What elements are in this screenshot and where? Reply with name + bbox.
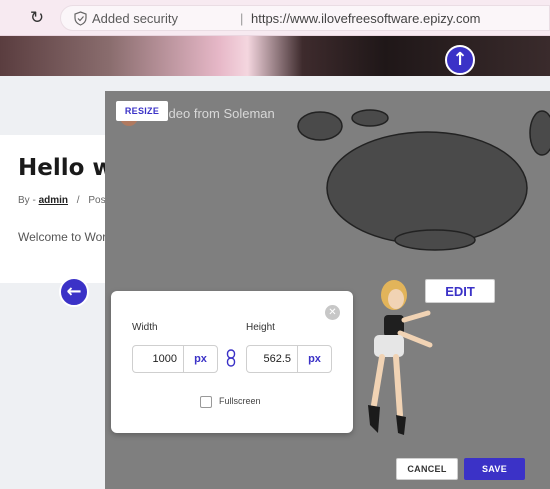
security-label[interactable]: Added security [92,11,178,26]
height-value[interactable]: 562.5 [247,346,297,372]
height-label: Height [246,322,275,333]
width-label: Width [132,322,158,333]
meta-separator: / [76,195,80,206]
save-button[interactable]: SAVE [464,458,525,480]
width-unit: px [183,346,217,372]
shield-icon [74,11,87,26]
close-icon[interactable]: ✕ [325,305,340,320]
edit-button[interactable]: EDIT [425,279,495,303]
height-unit: px [297,346,331,372]
post-excerpt: Welcome to Wor [18,230,107,244]
width-value[interactable]: 1000 [133,346,183,372]
fullscreen-label[interactable]: Fullscreen [219,396,261,406]
reload-icon[interactable]: ↻ [27,8,47,28]
browser-toolbar: ↻ Added security | https://www.ilovefree… [0,0,550,36]
fullscreen-checkbox[interactable] [200,396,212,408]
video-title: t Video from Soleman [150,106,275,121]
cancel-button[interactable]: CANCEL [396,458,458,480]
url-text[interactable]: https://www.ilovefreesoftware.epizy.com [251,11,481,26]
address-divider: | [240,11,244,26]
resize-button[interactable]: RESIZE [116,101,168,121]
author-link[interactable]: admin [39,195,68,206]
arrow-up-icon[interactable]: ↑ [445,45,475,75]
address-bar[interactable]: Added security | https://www.ilovefreeso… [60,5,550,31]
link-icon[interactable] [226,349,236,367]
height-field[interactable]: 562.5 px [246,345,332,373]
arrow-left-icon[interactable]: ← [59,277,89,307]
meta-prefix: By - [18,195,39,206]
width-field[interactable]: 1000 px [132,345,218,373]
post-meta: By - admin / Post [18,195,108,206]
cloud-graphic [297,109,550,251]
